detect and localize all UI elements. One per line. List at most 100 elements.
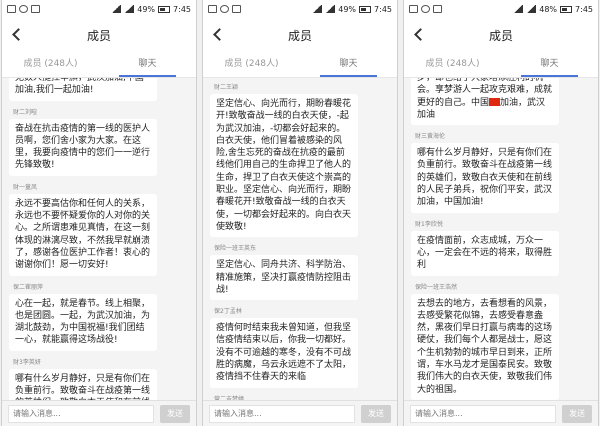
signal-icon <box>526 5 537 13</box>
chat-list[interactable]: 步，却也给了大家增添胜利的机会。享梦游人一起攻克艰难，成就更好的自己。中国 加油，… <box>404 78 598 400</box>
battery-percent: 49% <box>137 4 156 14</box>
notification-icons <box>409 5 442 13</box>
signal-icon <box>325 5 336 13</box>
phone-screen-3: 48% 7:45 成员 成员 (248人) 聊天 步，却也给了大家增添胜利的机会… <box>403 0 599 426</box>
title-bar: 成员 <box>203 18 397 52</box>
message-text: 永远不要高估你和任何人的关系，永远也不要怀疑爱你的人对你的关心。之所谓患难见真情… <box>15 198 151 271</box>
notification-icon <box>409 5 418 13</box>
sender-name: 保险一班王浩然 <box>415 283 458 291</box>
message-bubble: 步，却也给了大家增添胜利的机会。享梦游人一起攻克艰难，成就更好的自己。中国 加油，… <box>411 78 559 126</box>
sender-name: 财一童凤 <box>13 183 38 191</box>
page-title: 成员 <box>86 28 111 43</box>
chat-message: 保险一班王英东坚定信心、同舟共济、科学防治、精准施策，坚决打赢疫情防控阻击战! <box>210 243 390 301</box>
page-title: 成员 <box>287 28 312 43</box>
sender-name: 财三黄海伦 <box>415 133 446 141</box>
sender-name: 财3李英妍 <box>13 358 41 366</box>
message-bubble: 在疫情面前，众志成城，万众一心，一定会在不远的将来，取得胜利 <box>411 230 559 276</box>
china-flag-emoji-icon <box>489 97 501 106</box>
message-bubble: 心在一起，就是春节。线上相聚，也是团圆。一起，为武汉加油，为湖北鼓劲，为中国祝福… <box>9 293 157 351</box>
sender-name: 保2丁孟林 <box>214 308 242 316</box>
signal-icon <box>312 5 323 13</box>
battery-icon <box>560 5 573 13</box>
battery-icon <box>359 5 372 13</box>
tab-bar: 成员 (248人) 聊天 <box>404 52 598 78</box>
chat-message: 保二崔丽萍心在一起，就是春节。线上相聚，也是团圆。一起，为武汉加油，为湖北鼓劲，… <box>9 282 189 351</box>
chat-message: 步，却也给了大家增添胜利的机会。享梦游人一起攻克艰难，成就更好的自己。中国 加油，… <box>411 78 591 126</box>
tab-chat[interactable]: 聊天 <box>501 52 598 77</box>
sender-name: 财二王颖 <box>214 84 239 91</box>
message-text: 坚定信心、向光而行，期盼春暖花开!致敬奋战一线的白衣天使，-起为武汉加油，-切都… <box>216 99 352 232</box>
phone-screen-1: 49% 7:45 成员 成员 (248人) 聊天 无数人挺扛举旗，武汉加油,中国… <box>1 0 197 426</box>
notification-icon <box>19 5 28 13</box>
message-text: 在疫情面前，众志成城，万众一心，一定会在不远的将来，取得胜利 <box>417 235 553 271</box>
notification-icon <box>31 5 40 13</box>
chat-message: 财三黄海伦哪有什么岁月静好，只是有你们在负重前行。致敬奋斗在战疫第一线的英雄们，… <box>411 131 591 213</box>
message-bubble: 哪有什么岁月静好，只是有你们在负重前行。致敬奋斗在战疫第一线的英雄们，致敬白衣天… <box>411 143 559 213</box>
message-text: 奋战在抗击疫情的第一线的医护人员啊，您们舍小家为大家。在这里，我要向疫情中的您们… <box>15 123 151 171</box>
status-bar: 49% 7:45 <box>203 0 397 18</box>
input-bar: 发送 <box>404 400 598 426</box>
chat-list[interactable]: 无数人挺扛举旗，武汉加油,中国加油,我们一起加油! 财二刘暄奋战在抗击疫情的第一线… <box>2 78 196 400</box>
message-bubble: 无数人挺扛举旗，武汉加油,中国加油,我们一起加油! <box>9 78 157 101</box>
chat-message: 财一童凤永远不要高估你和任何人的关系，永远也不要怀疑爱你的人对你的关心。之所谓患… <box>9 182 189 276</box>
tab-bar: 成员 (248人) 聊天 <box>2 52 196 78</box>
message-text: 无数人挺扛举旗，武汉加油,中国加油,我们一起加油! <box>15 78 144 96</box>
signal-icon <box>513 5 524 13</box>
message-bubble: 永远不要高估你和任何人的关系，永远也不要怀疑爱你的人对你的关心。之所谓患难见真情… <box>9 193 157 276</box>
notification-icons <box>7 5 40 13</box>
chat-message: 无数人挺扛举旗，武汉加油,中国加油,我们一起加油! <box>9 78 189 101</box>
title-bar: 成员 <box>2 18 196 52</box>
message-input[interactable] <box>8 404 154 423</box>
clock: 7:45 <box>575 4 593 14</box>
input-bar: 发送 <box>203 400 397 426</box>
message-text: 心在一起，就是春节。线上相聚，也是团圆。一起，为武汉加油，为湖北鼓劲，为中国祝福… <box>15 298 151 346</box>
notification-icon <box>7 5 16 13</box>
back-arrow-icon[interactable] <box>10 26 26 42</box>
sender-name: 保二崔丽萍 <box>13 283 44 291</box>
message-input[interactable] <box>209 404 355 423</box>
chat-list[interactable]: 财二王颖坚定信心、向光而行，期盼春暖花开!致敬奋战一线的白衣天使，-起为武汉加油… <box>203 78 397 400</box>
send-button[interactable]: 发送 <box>361 404 391 423</box>
page-title: 成员 <box>488 28 513 43</box>
tab-chat[interactable]: 聊天 <box>300 52 397 77</box>
chat-message: 保2丁孟林疫情何时结束我未曾知道，但我坚信疫情结束以后，你我一切都好。没有不可逾… <box>210 306 390 388</box>
status-bar: 48% 7:45 <box>404 0 598 18</box>
sender-name: 保险一班王英东 <box>214 245 257 253</box>
tab-members[interactable]: 成员 (248人) <box>203 52 300 77</box>
signal-icon <box>124 5 135 13</box>
message-bubble: 奋战在抗击疫情的第一线的医护人员啊，您们舍小家为大家。在这里，我要向疫情中的您们… <box>9 118 157 176</box>
notification-icons <box>208 5 241 13</box>
message-bubble: 坚定信心、同舟共济、科学防治、精准施策，坚决打赢疫情防控阻击战! <box>210 255 358 301</box>
chat-message: 财1李欣悦 在疫情面前，众志成城，万众一心，一定会在不远的将来，取得胜利 <box>411 219 591 276</box>
status-bar: 49% 7:45 <box>2 0 196 18</box>
tab-members[interactable]: 成员 (248人) <box>2 52 99 77</box>
phone-screen-2: 49% 7:45 成员 成员 (248人) 聊天 财二王颖坚定信心、向光而行，期… <box>202 0 398 426</box>
send-button[interactable]: 发送 <box>160 404 190 423</box>
battery-percent: 49% <box>338 4 357 14</box>
back-arrow-icon[interactable] <box>412 26 428 42</box>
chat-message: 财二王颖坚定信心、向光而行，期盼春暖花开!致敬奋战一线的白衣天使，-起为武汉加油… <box>210 82 390 238</box>
message-bubble: 疫情何时结束我未曾知道，但我坚信疫情结束以后，你我一切都好。没有不可逾越的寒冬，… <box>210 318 358 388</box>
message-text: 坚定信心、同舟共济、科学防治、精准施策，坚决打赢疫情防控阻击战! <box>216 260 352 295</box>
message-bubble: 坚定信心、向光而行，期盼春暖花开!致敬奋战一线的白衣天使，-起为武汉加油，-切都… <box>210 94 358 238</box>
title-bar: 成员 <box>404 18 598 52</box>
chat-message: 保险一班王浩然去想去的地方，去看想看的风景，去感受繁花似锦，去感受春意盎然，黑夜… <box>411 282 591 400</box>
notification-icon <box>421 5 430 13</box>
message-text: 去想去的地方，去看想看的风景，去感受繁花似锦，去感受春意盎然，黑夜们早日打赢与病… <box>417 298 553 395</box>
signal-icon <box>111 5 122 13</box>
clock: 7:45 <box>374 4 392 14</box>
notification-icon <box>220 5 229 13</box>
notification-icon <box>433 5 442 13</box>
message-bubble: 去想去的地方，去看想看的风景，去感受繁花似锦，去感受春意盎然，黑夜们早日打赢与病… <box>411 293 559 400</box>
message-text: 疫情何时结束我未曾知道，但我坚信疫情结束以后，你我一切都好。没有不可逾越的寒冬，… <box>216 323 352 383</box>
sender-name: 财二刘暄 <box>13 108 38 116</box>
send-button[interactable]: 发送 <box>562 404 592 423</box>
back-arrow-icon[interactable] <box>211 26 227 42</box>
clock: 7:45 <box>173 4 191 14</box>
chat-message: 财3李英妍哪有什么岁月静好，只是有你们在负重前行。致敬奋斗在战疫第一线的英雄们，… <box>9 357 189 400</box>
tab-chat[interactable]: 聊天 <box>99 52 196 77</box>
message-input[interactable] <box>410 404 556 423</box>
input-bar: 发送 <box>2 400 196 426</box>
tab-members[interactable]: 成员 (248人) <box>404 52 501 77</box>
notification-icon <box>208 5 217 13</box>
